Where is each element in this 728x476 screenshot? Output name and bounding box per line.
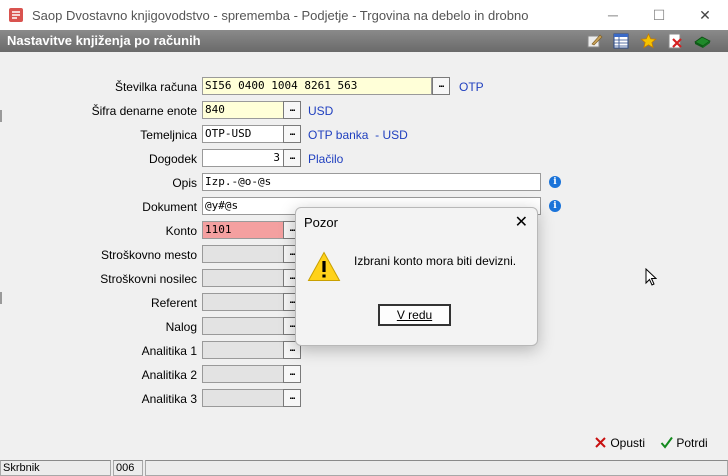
- stevilka-racuna-field[interactable]: SI56 0400 1004 8261 563: [202, 77, 432, 95]
- label-opis: Opis: [172, 176, 197, 190]
- confirm-button[interactable]: Potrdi: [660, 436, 708, 450]
- analitika-2-browse-button[interactable]: ...: [283, 365, 301, 383]
- exit-icon[interactable]: [694, 33, 711, 49]
- confirm-label: Potrdi: [676, 436, 708, 450]
- cancel-x-icon: [595, 437, 606, 448]
- mouse-cursor-icon: [645, 268, 657, 286]
- stevilka-racuna-browse-button[interactable]: ...: [432, 77, 450, 95]
- referent-field[interactable]: [202, 293, 284, 311]
- opis-field[interactable]: Izp.-@o-@s: [202, 173, 541, 191]
- analitika-3-field[interactable]: [202, 389, 284, 407]
- opis-info-icon[interactable]: i: [549, 176, 561, 188]
- dogodek-description: Plačilo: [308, 152, 344, 166]
- label-analitika-3: Analitika 3: [141, 392, 197, 406]
- label-analitika-1: Analitika 1: [141, 344, 197, 358]
- sifra-denarne-enote-description: USD: [308, 104, 334, 118]
- edit-icon[interactable]: [586, 33, 603, 49]
- label-sifra-denarne-enote: Šifra denarne enote: [91, 104, 197, 118]
- label-referent: Referent: [150, 296, 197, 310]
- analitika-3-browse-button[interactable]: ...: [283, 389, 301, 407]
- dialog-close-button[interactable]: ✕: [515, 212, 528, 232]
- temeljnica-description: OTP banka - USD: [308, 128, 408, 142]
- sifra-denarne-enote-field[interactable]: 840: [202, 101, 284, 119]
- table-icon[interactable]: [613, 33, 630, 49]
- label-konto: Konto: [165, 224, 197, 238]
- analitika-2-field[interactable]: [202, 365, 284, 383]
- status-code: 006: [113, 460, 143, 476]
- minimize-button[interactable]: ─: [590, 4, 636, 26]
- status-bar: Skrbnik 006: [0, 460, 728, 476]
- konto-field[interactable]: 1101: [202, 221, 284, 239]
- status-user: Skrbnik: [0, 460, 111, 476]
- stroskovno-mesto-field[interactable]: [202, 245, 284, 263]
- dokument-info-icon[interactable]: i: [549, 200, 561, 212]
- label-dogodek: Dogodek: [148, 152, 197, 166]
- dialog-title: Pozor: [304, 215, 338, 230]
- close-window-button[interactable]: ✕: [682, 4, 728, 26]
- label-stroskovni-nosilec: Stroškovni nosilec: [100, 272, 197, 286]
- maximize-button[interactable]: ☐: [636, 4, 682, 26]
- window-title: Saop Dvostavno knjigovodstvo - sprememba…: [32, 8, 529, 23]
- label-analitika-2: Analitika 2: [141, 368, 197, 382]
- temeljnica-field[interactable]: OTP-USD: [202, 125, 284, 143]
- dialog-ok-button[interactable]: V redu: [378, 304, 451, 326]
- cancel-button[interactable]: Opusti: [594, 436, 645, 450]
- star-icon[interactable]: [640, 33, 657, 49]
- dogodek-browse-button[interactable]: ...: [283, 149, 301, 167]
- label-nalog: Nalog: [165, 320, 197, 334]
- cancel-label: Opusti: [610, 436, 646, 450]
- label-stroskovno-mesto: Stroškovno mesto: [100, 248, 197, 262]
- form-title: Nastavitve knjiženja po računih: [7, 33, 201, 48]
- stevilka-racuna-description: OTP: [459, 80, 484, 94]
- label-stevilka-racuna: Številka računa: [114, 80, 197, 94]
- nalog-field[interactable]: [202, 317, 284, 335]
- form-header: Nastavitve knjiženja po računih: [0, 30, 728, 52]
- stroskovni-nosilec-field[interactable]: [202, 269, 284, 287]
- analitika-1-field[interactable]: [202, 341, 284, 359]
- sifra-denarne-enote-browse-button[interactable]: ...: [283, 101, 301, 119]
- status-message: [145, 460, 728, 476]
- window-titlebar: Saop Dvostavno knjigovodstvo - sprememba…: [0, 0, 728, 30]
- checkmark-icon: [660, 436, 673, 449]
- warning-icon: [307, 251, 341, 281]
- label-temeljnica: Temeljnica: [140, 128, 197, 142]
- dogodek-field[interactable]: 3: [202, 149, 284, 167]
- delete-icon[interactable]: [667, 33, 684, 49]
- dialog-message: Izbrani konto mora biti devizni.: [354, 254, 517, 268]
- temeljnica-browse-button[interactable]: ...: [283, 125, 301, 143]
- app-icon: [9, 8, 23, 22]
- alert-dialog: Pozor ✕ Izbrani konto mora biti devizni.…: [295, 207, 538, 346]
- label-dokument: Dokument: [142, 200, 197, 214]
